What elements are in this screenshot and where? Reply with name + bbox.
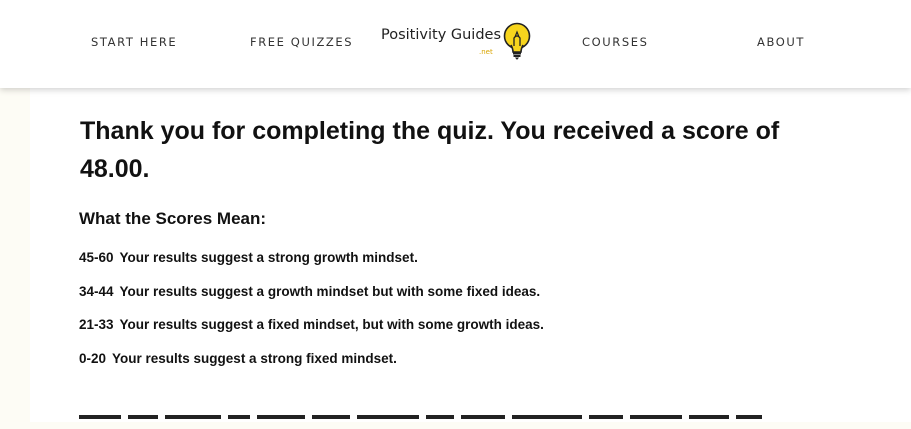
score-row: 21-33 Your results suggest a fixed mindse…	[79, 317, 544, 332]
site-logo[interactable]: Positivity Guides .net	[381, 21, 533, 61]
score-description: Your results suggest a strong growth min…	[119, 250, 418, 265]
nav-about[interactable]: ABOUT	[757, 35, 805, 49]
score-range: 0-20	[79, 351, 107, 366]
nav-start-here[interactable]: START HERE	[91, 35, 177, 49]
result-headline: Thank you for completing the quiz. You r…	[80, 117, 780, 183]
lightbulb-icon	[503, 22, 531, 60]
score-row: 45-60 Your results suggest a strong growt…	[79, 250, 418, 265]
logo-name: Positivity Guides	[381, 27, 502, 43]
nav-courses[interactable]: COURSES	[582, 35, 649, 49]
scores-heading: What the Scores Mean:	[79, 209, 267, 228]
score-range: 45-60	[79, 250, 114, 265]
logo-suffix: .net	[479, 48, 493, 56]
quiz-result-panel: Thank you for completing the quiz. You r…	[30, 88, 911, 422]
score-description: Your results suggest a growth mindset bu…	[119, 284, 541, 299]
score-row: 34-44 Your results suggest a growth minds…	[79, 284, 540, 299]
score-description: Your results suggest a fixed mindset, bu…	[119, 317, 544, 332]
cropped-text-line	[79, 415, 819, 429]
nav-free-quizzes[interactable]: FREE QUIZZES	[250, 35, 353, 49]
score-range: 34-44	[79, 284, 114, 299]
score-row: 0-20 Your results suggest a strong fixed …	[79, 351, 397, 366]
score-range: 21-33	[79, 317, 114, 332]
score-description: Your results suggest a strong fixed mind…	[112, 351, 397, 366]
site-header: START HERE FREE QUIZZES Positivity Guide…	[0, 0, 911, 88]
